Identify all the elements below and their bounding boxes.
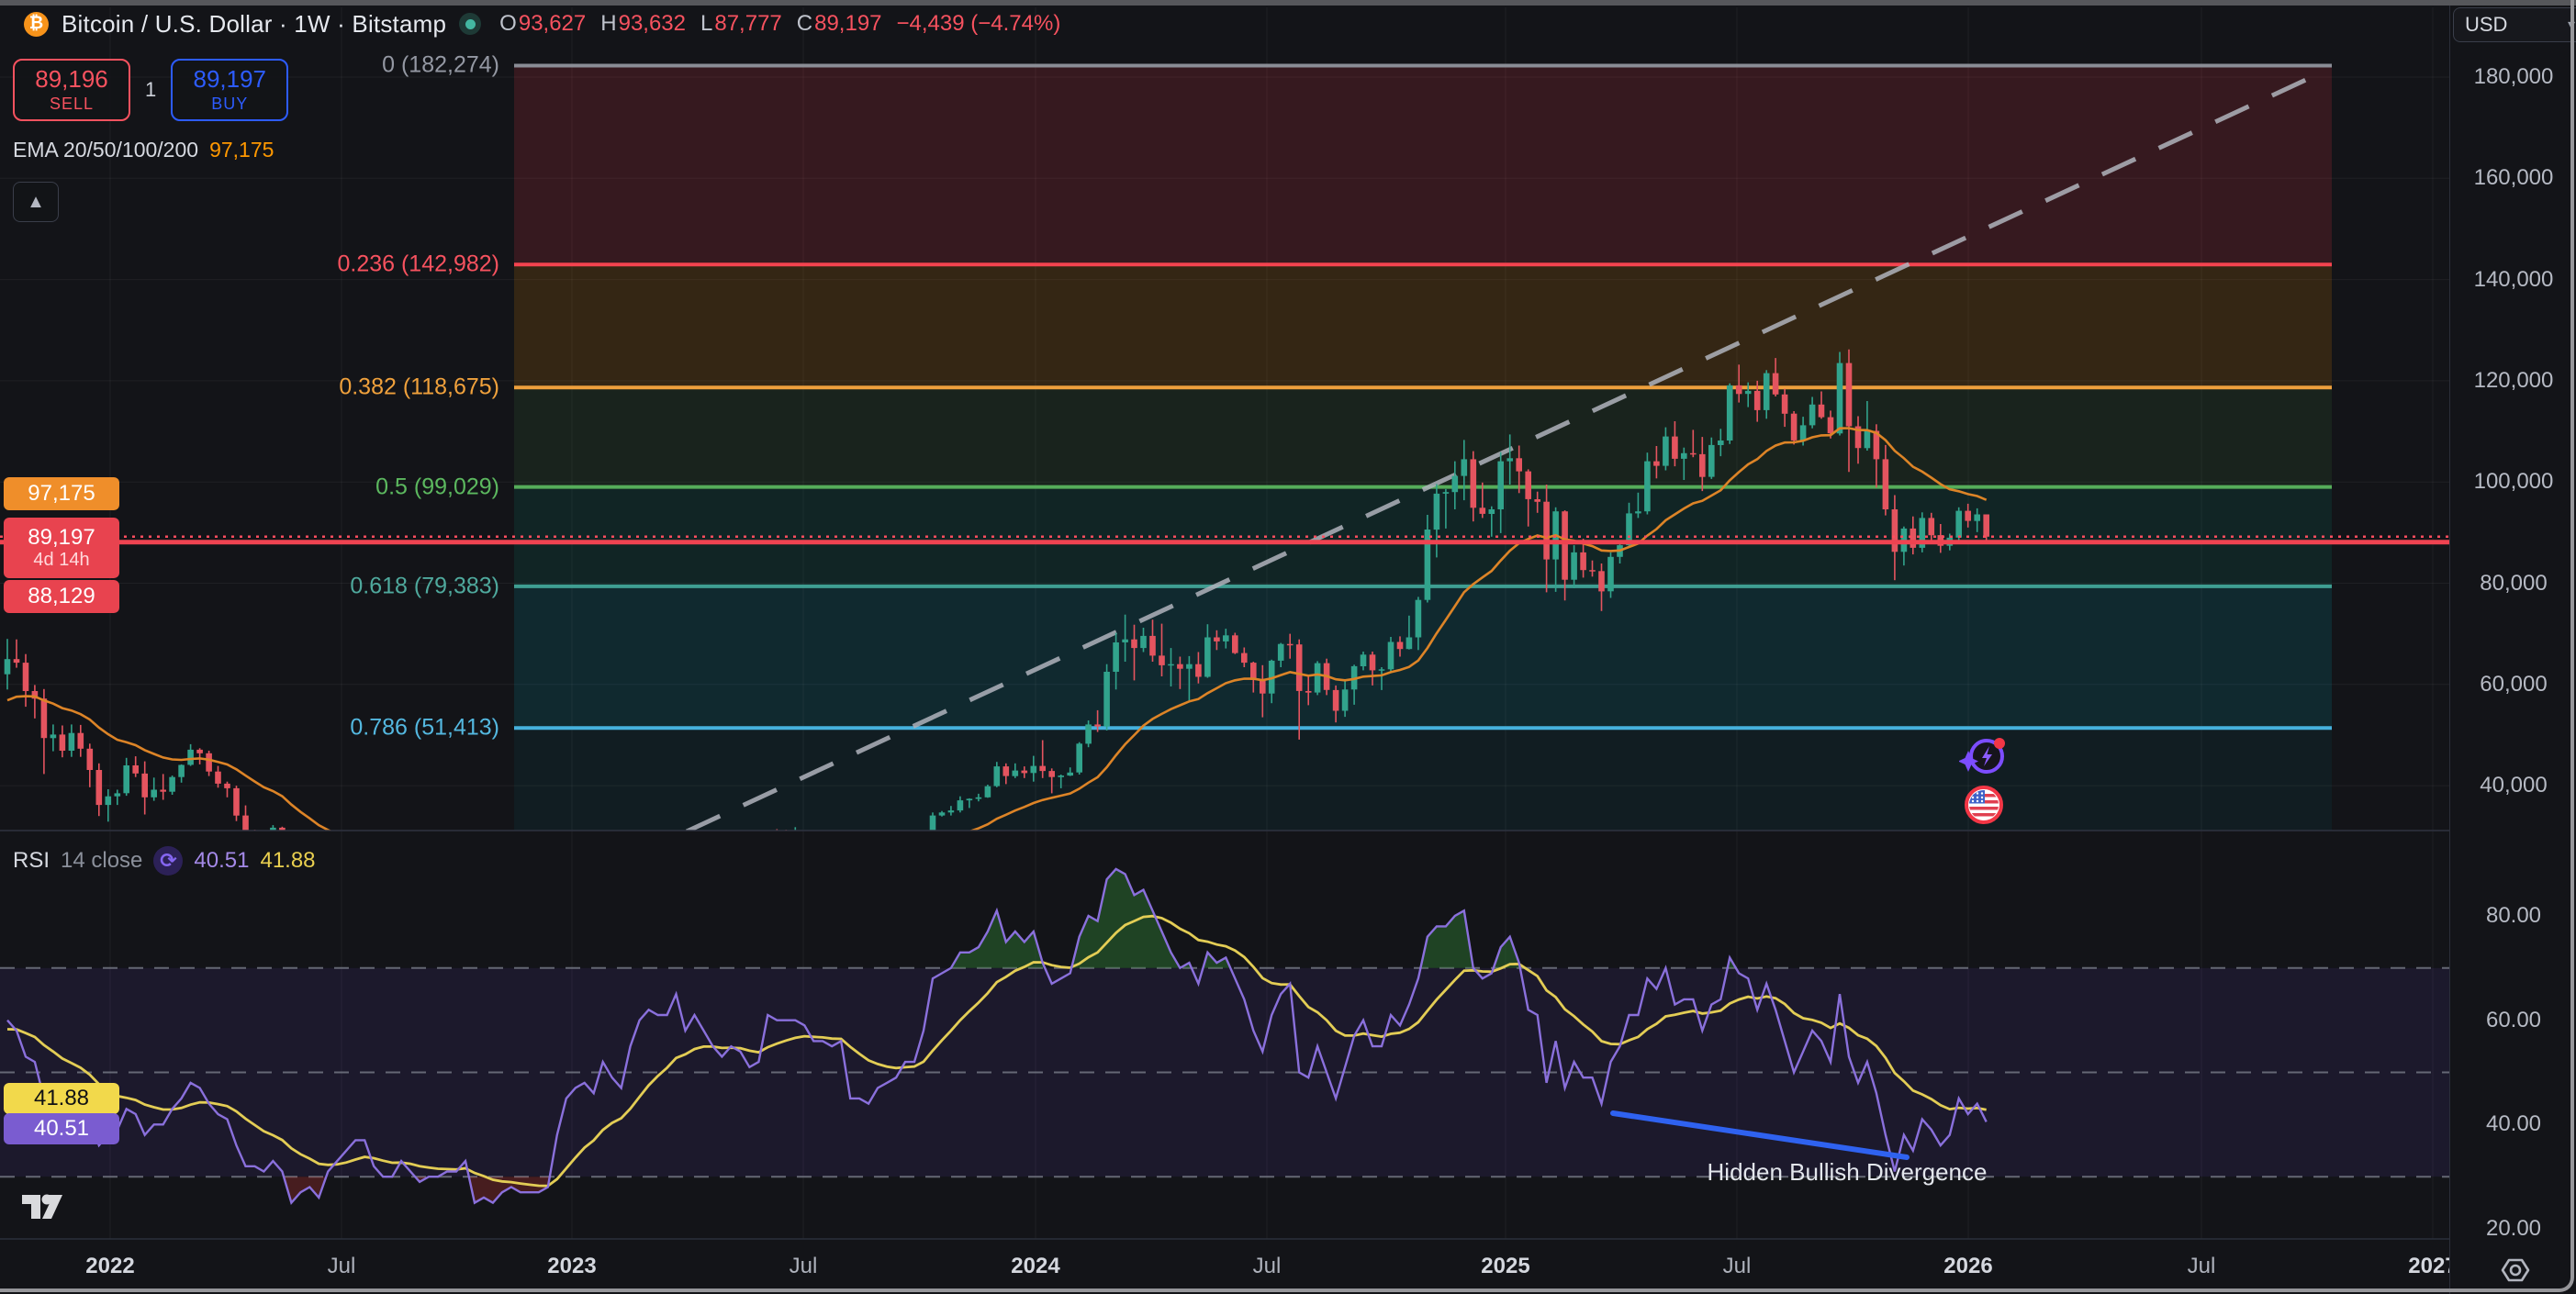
rsi-indicator-legend[interactable]: RSI 14 close ⟳ 40.51 41.88 [13,846,316,876]
ema-label: EMA 20/50/100/200 [13,138,198,162]
currency-dropdown[interactable]: USD ▾ [2453,7,2576,42]
collapse-button[interactable]: ▲ [13,182,59,222]
currency-value: USD [2465,13,2507,37]
fib-level-label[interactable]: 0.618 (79,383) [350,573,499,599]
chart-canvas[interactable] [0,0,2576,1294]
change-value: −4,439 (−4.74%) [897,11,1061,37]
buy-price: 89,197 [193,67,266,92]
time-tick-label: 2025 [1481,1254,1529,1279]
symbol-header[interactable]: ₿ Bitcoin / U.S. Dollar · 1W · Bitstamp … [24,9,1060,39]
buy-button[interactable]: 89,197 BUY [171,59,288,121]
hline-price-badge: 88,129 [4,580,119,613]
price-tick-label: 100,000 [2450,469,2576,495]
us-flag-event-icon[interactable] [1965,786,2003,824]
tradingview-chart-app: { "topbar": { "symbol_title": "Bitcoin /… [0,0,2576,1294]
open-key: O [499,11,517,37]
refresh-icon[interactable]: ⟳ [153,846,183,876]
rsi-tick-label: 40.00 [2450,1111,2576,1137]
close-value: 89,197 [814,11,881,37]
quantity-value[interactable]: 1 [145,78,156,102]
time-tick-label: Jul [1723,1254,1752,1279]
high-key: H [600,11,616,37]
event-markers [1959,734,2009,824]
time-tick-label: Jul [1253,1254,1282,1279]
price-tick-label: 40,000 [2450,773,2576,798]
bar-countdown: 4d 14h [33,550,89,571]
rsi-title: RSI [13,848,50,874]
fib-level-label[interactable]: 0 (182,274) [382,52,499,79]
trade-panel: 89,196 SELL 1 89,197 BUY [13,59,288,121]
rsi-tick-label: 80.00 [2450,903,2576,929]
ema-indicator-legend[interactable]: EMA 20/50/100/200 97,175 [13,138,274,162]
low-key: L [700,11,712,37]
low-value: 87,777 [714,11,781,37]
time-tick-label: 2022 [85,1254,134,1279]
rsi-params: 14 close [61,848,142,874]
settings-gear-icon[interactable] [2499,1254,2532,1291]
fib-level-label[interactable]: 0.786 (51,413) [350,715,499,742]
fib-level-label[interactable]: 0.382 (118,675) [339,374,499,401]
last-price-badge: 89,197 4d 14h [4,518,119,578]
rsi-value-badge: 40.51 [4,1113,119,1144]
price-tick-label: 160,000 [2450,165,2576,191]
rsi-ema-current-value: 41.88 [260,848,315,874]
symbol-title[interactable]: Bitcoin / U.S. Dollar · 1W · Bitstamp [62,10,446,39]
rsi-current-value: 40.51 [194,848,249,874]
chevron-up-icon: ▲ [27,192,45,213]
divergence-annotation[interactable]: Hidden Bullish Divergence [1708,1158,1988,1187]
chevron-down-icon: ▾ [2568,16,2575,34]
time-tick-label: 2024 [1011,1254,1059,1279]
time-tick-label: 2023 [547,1254,596,1279]
rsi-tick-label: 60.00 [2450,1008,2576,1033]
price-tick-label: 120,000 [2450,368,2576,394]
fib-level-label[interactable]: 0.5 (99,029) [375,474,499,500]
open-value: 93,627 [519,11,586,37]
price-tick-label: 140,000 [2450,267,2576,293]
price-tick-label: 60,000 [2450,672,2576,697]
time-tick-label: Jul [790,1254,818,1279]
buy-label: BUY [211,95,248,113]
bitcoin-icon: ₿ [24,12,49,37]
price-tick-label: 80,000 [2450,571,2576,597]
ema-value: 97,175 [209,138,274,162]
fib-level-label[interactable]: 0.236 (142,982) [337,251,499,278]
price-axis[interactable]: 180,000 160,000 140,000 120,000 100,000 80,00… [2449,0,2576,1294]
sell-label: SELL [50,95,94,113]
sell-price: 89,196 [35,67,108,92]
market-status-icon[interactable] [459,13,481,35]
high-value: 93,632 [619,11,686,37]
ai-spark-icon[interactable] [1959,734,2009,780]
time-tick-label: Jul [2188,1254,2216,1279]
rsi-tick-label: 20.00 [2450,1216,2576,1242]
time-tick-label: Jul [328,1254,356,1279]
sell-button[interactable]: 89,196 SELL [13,59,130,121]
close-key: C [797,11,812,37]
rsi-ema-badge: 41.88 [4,1083,119,1114]
window-top-bar [0,0,2576,6]
ema-price-badge: 97,175 [4,477,119,510]
tradingview-logo[interactable] [22,1189,68,1234]
price-tick-label: 180,000 [2450,64,2576,90]
time-tick-label: 2026 [1943,1254,1992,1279]
ohlc-values: O93,627 H93,632 L87,777 C89,197 −4,439 (… [499,11,1060,37]
